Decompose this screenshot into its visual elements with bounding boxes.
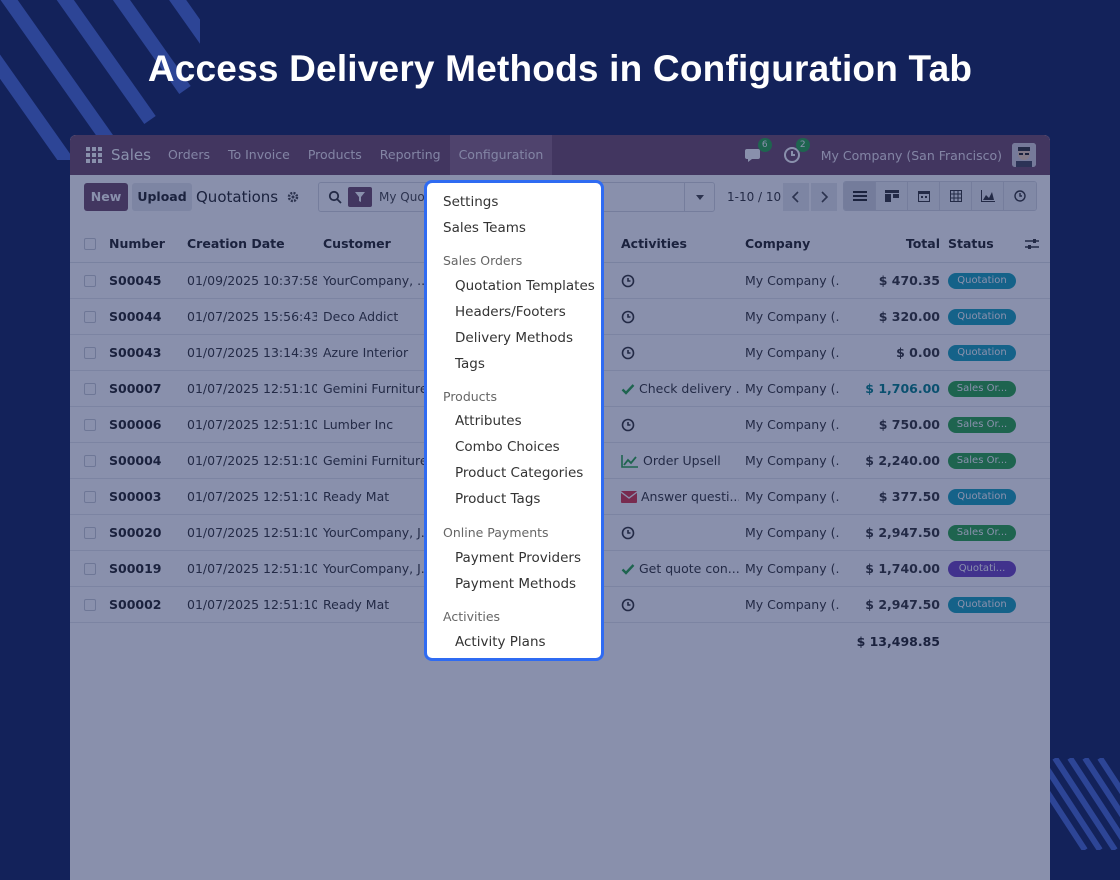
menu-product-tags[interactable]: Product Tags [455,489,540,509]
decorative-stripes [1050,758,1120,850]
menu-payment-providers[interactable]: Payment Providers [455,548,581,568]
menu-product-categories[interactable]: Product Categories [455,463,583,483]
menu-section-online-payments: Online Payments [443,525,549,540]
menu-headers-footers[interactable]: Headers/Footers [455,302,566,322]
menu-attributes[interactable]: Attributes [455,411,522,431]
menu-delivery-methods[interactable]: Delivery Methods [455,328,573,348]
menu-sales-teams[interactable]: Sales Teams [443,218,526,238]
page-title: Access Delivery Methods in Configuration… [147,48,973,89]
menu-payment-methods[interactable]: Payment Methods [455,574,576,594]
configuration-dropdown: Settings Sales Teams Sales Orders Quotat… [424,180,604,661]
menu-section-sales-orders: Sales Orders [443,253,523,268]
menu-section-activities: Activities [443,609,501,624]
menu-quotation-templates[interactable]: Quotation Templates [455,276,595,296]
menu-combo-choices[interactable]: Combo Choices [455,437,560,457]
menu-settings[interactable]: Settings [443,192,498,212]
menu-section-products: Products [443,389,497,404]
menu-activity-plans[interactable]: Activity Plans [455,632,546,652]
menu-tags[interactable]: Tags [455,354,485,374]
